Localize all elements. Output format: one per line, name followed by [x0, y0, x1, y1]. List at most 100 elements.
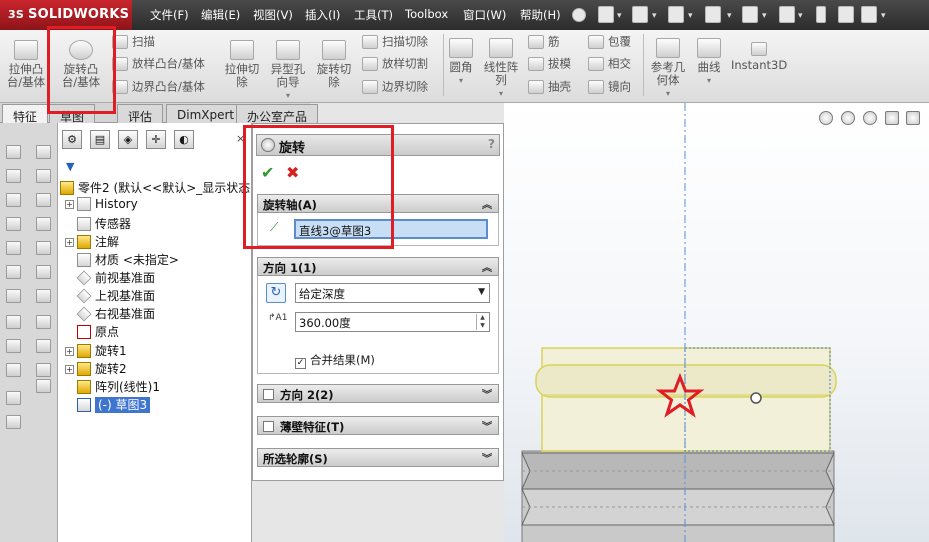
add-relation-icon[interactable]: [6, 339, 21, 353]
chevron-down-icon[interactable]: ▾: [727, 11, 732, 21]
swept-cut-button[interactable]: 扫描切除: [362, 35, 428, 49]
layer-icon[interactable]: [36, 193, 51, 207]
sweep-button[interactable]: 扫描: [112, 35, 155, 49]
menu-file[interactable]: 文件(F): [150, 7, 189, 23]
dimxpert-manager-icon[interactable]: ✛: [146, 130, 166, 149]
menu-insert[interactable]: 插入(I): [305, 7, 340, 23]
layer-icon[interactable]: [6, 415, 21, 429]
tree-item-front-plane[interactable]: 前视基准面: [76, 269, 155, 287]
draft-button[interactable]: 拔模: [528, 57, 571, 71]
reverse-direction-icon[interactable]: ↻: [266, 283, 286, 303]
chevron-down-icon[interactable]: ▾: [652, 11, 657, 21]
tree-item-sensors[interactable]: 传感器: [77, 215, 131, 233]
thin-feature-checkbox[interactable]: [263, 421, 274, 432]
wrap-button[interactable]: 包覆: [588, 35, 631, 49]
tab-dimxpert[interactable]: DimXpert: [166, 104, 246, 123]
chevron-down-icon[interactable]: ▾: [798, 11, 803, 21]
curves-button[interactable]: 曲线 ▾: [694, 38, 724, 87]
direction1-header[interactable]: 方向 1(1) ︽: [257, 257, 499, 276]
menu-window[interactable]: 窗口(W): [463, 7, 506, 23]
chevron-down-icon[interactable]: ▼: [478, 287, 485, 297]
filter-icon[interactable]: ▼: [66, 160, 74, 173]
expand-icon[interactable]: ︾: [482, 418, 492, 433]
boundary-cut-button[interactable]: 边界切除: [362, 80, 428, 94]
checkbox-checked-icon[interactable]: ✓: [295, 358, 306, 369]
spinner-icon[interactable]: ▲ ▼: [476, 314, 488, 330]
tree-item-sketch3[interactable]: (-) 草图3: [77, 396, 151, 414]
fillet-button[interactable]: 圆角 ▾: [446, 38, 476, 87]
collapse-icon[interactable]: ︽: [482, 196, 492, 211]
configuration-manager-icon[interactable]: ◈: [118, 130, 138, 149]
layer-icon[interactable]: [36, 363, 51, 377]
layer-icon[interactable]: [36, 289, 51, 303]
cylinder-icon[interactable]: [6, 289, 21, 303]
layer-icon[interactable]: [6, 391, 21, 405]
expand-icon[interactable]: +: [65, 238, 74, 247]
tree-item-right-plane[interactable]: 右视基准面: [76, 305, 155, 323]
extrude-cut-button[interactable]: 拉伸切除: [222, 40, 262, 89]
rebuild-icon[interactable]: [816, 6, 826, 23]
boundary-boss-button[interactable]: 边界凸台/基体: [112, 80, 205, 94]
feature-manager-icon[interactable]: ⚙: [62, 130, 82, 149]
chevron-down-icon[interactable]: ▾: [268, 89, 308, 102]
layer-icon[interactable]: [36, 265, 51, 279]
mirror-button[interactable]: 镜向: [588, 80, 631, 94]
graphics-area[interactable]: [504, 103, 929, 542]
expand-icon[interactable]: +: [65, 365, 74, 374]
tree-item-origin[interactable]: 原点: [77, 323, 119, 341]
tree-item-material[interactable]: 材质 <未指定>: [77, 251, 179, 269]
chevron-down-icon[interactable]: ▾: [446, 74, 476, 87]
lofted-cut-button[interactable]: 放样切割: [362, 57, 428, 71]
tab-features[interactable]: 特征: [2, 104, 49, 124]
menu-tools[interactable]: 工具(T): [354, 7, 393, 23]
print-icon[interactable]: [705, 6, 721, 23]
direction2-header[interactable]: 方向 2(2) ︾: [257, 384, 499, 403]
merge-result-checkbox[interactable]: ✓ 合并结果(M): [295, 352, 375, 369]
layer-icon[interactable]: [36, 169, 51, 183]
box-icon[interactable]: [6, 169, 21, 183]
chevron-down-icon[interactable]: ▾: [881, 11, 886, 21]
hole-wizard-button[interactable]: 异型孔向导 ▾: [268, 40, 308, 102]
menu-toolbox[interactable]: Toolbox: [405, 7, 448, 21]
help-icon[interactable]: ?: [488, 137, 495, 151]
menu-help[interactable]: 帮助(H): [520, 7, 561, 23]
layer-icon[interactable]: [36, 339, 51, 353]
tree-item-history[interactable]: + History: [65, 197, 138, 215]
display-manager-icon[interactable]: ◐: [174, 130, 194, 149]
expand-icon[interactable]: +: [65, 200, 74, 209]
menu-edit[interactable]: 编辑(E): [201, 7, 240, 23]
shell-button[interactable]: 抽壳: [528, 80, 571, 94]
extrude-boss-button[interactable]: 拉伸凸台/基体: [6, 40, 46, 89]
layer-icon[interactable]: [36, 217, 51, 231]
open-icon[interactable]: [632, 6, 648, 23]
sketch-point-icon[interactable]: [750, 392, 762, 404]
layer-icon[interactable]: [36, 241, 51, 255]
tree-item-annotations[interactable]: + 注解: [65, 233, 119, 251]
reference-geometry-button[interactable]: 参考几何体 ▾: [649, 38, 687, 100]
rib-button[interactable]: 筋: [528, 35, 560, 49]
end-condition-select[interactable]: 给定深度 ▼: [295, 283, 490, 303]
sketch-icon[interactable]: [6, 315, 21, 329]
expand-icon[interactable]: ︾: [482, 450, 492, 465]
intersect-button[interactable]: 相交: [588, 57, 631, 71]
expand-icon[interactable]: ︾: [482, 386, 492, 401]
revolve-cut-button[interactable]: 旋转切除: [314, 40, 354, 89]
expand-icon[interactable]: +: [65, 347, 74, 356]
chevron-down-icon[interactable]: ▾: [482, 87, 520, 100]
sketch-icon[interactable]: [6, 363, 21, 377]
tree-root-part[interactable]: 零件2 (默认<<默认>_显示状态: [60, 179, 250, 197]
box-icon[interactable]: [6, 265, 21, 279]
selected-contours-header[interactable]: 所选轮廓(S) ︾: [257, 448, 499, 467]
tab-evaluate[interactable]: 评估: [117, 104, 164, 124]
select-icon[interactable]: [779, 6, 795, 23]
loft-boss-button[interactable]: 放样凸台/基体: [112, 57, 205, 71]
linear-pattern-button[interactable]: 线性阵列 ▾: [482, 38, 520, 100]
tree-item-revolve2[interactable]: + 旋转2: [65, 360, 127, 378]
chevron-down-icon[interactable]: ▾: [688, 11, 693, 21]
pin-icon[interactable]: [572, 8, 586, 22]
box-icon[interactable]: [6, 241, 21, 255]
new-icon[interactable]: [598, 6, 614, 23]
property-manager-icon[interactable]: ▤: [90, 130, 110, 149]
box-icon[interactable]: [6, 217, 21, 231]
tab-office-products[interactable]: 办公室产品: [236, 104, 319, 124]
